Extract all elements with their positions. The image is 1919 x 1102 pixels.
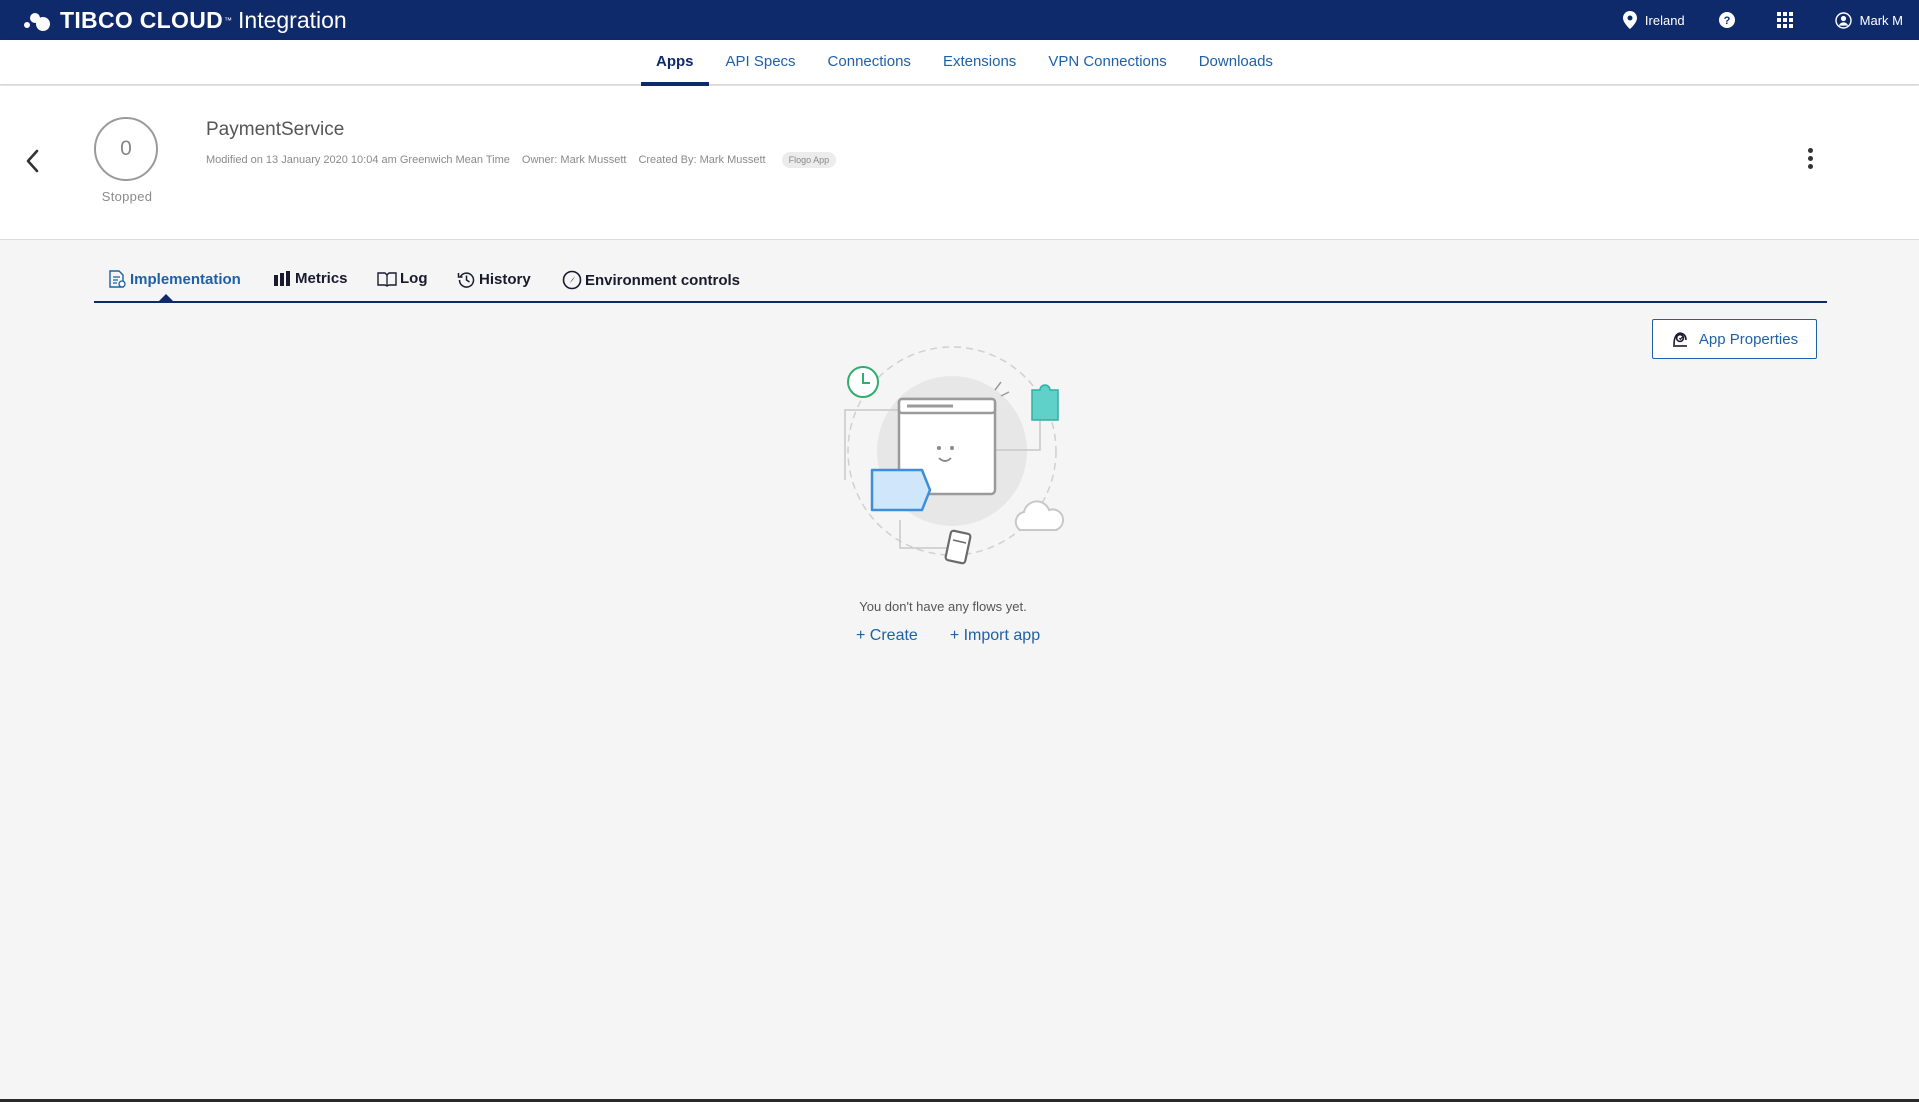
user-name: Mark M (1859, 12, 1903, 28)
log-icon (377, 271, 397, 287)
app-status: Stopped (101, 189, 153, 204)
grid-icon (1776, 12, 1793, 28)
empty-state-actions: + Create + Import app (856, 627, 1040, 645)
history-icon (457, 272, 475, 288)
app-header: 0 Stopped PaymentService Modified on 13 … (0, 86, 1919, 240)
tibco-logo-icon (22, 8, 56, 32)
brand[interactable]: TIBCO CLOUD ™ Integration (22, 0, 347, 40)
tab-environment-controls[interactable]: Environment controls (562, 270, 740, 290)
create-flow-link[interactable]: + Create (856, 627, 918, 645)
implementation-icon (109, 270, 126, 288)
brand-name: TIBCO CLOUD (60, 6, 224, 33)
app-properties-label: App Properties (1698, 330, 1799, 348)
import-app-link[interactable]: + Import app (950, 627, 1040, 645)
environment-controls-icon (562, 270, 582, 290)
brand-trademark: ™ (224, 15, 233, 25)
tab-metrics[interactable]: Metrics (273, 270, 348, 287)
main-nav: Apps API Specs Connections Extensions VP… (0, 40, 1919, 86)
tab-log-label: Log (400, 270, 428, 287)
modified-date: Modified on 13 January 2020 10:04 am Gre… (206, 154, 510, 166)
nav-api-specs[interactable]: API Specs (711, 40, 811, 85)
metrics-icon (274, 270, 290, 286)
empty-state-illustration (844, 346, 1065, 565)
app-type-badge: Flogo App (781, 152, 837, 168)
app-created-by: Created By: Mark Mussett (638, 154, 766, 166)
app-meta: Modified on 13 January 2020 10:04 am Gre… (206, 152, 837, 168)
empty-state-message: You don't have any flows yet. (859, 599, 1027, 614)
more-options-icon[interactable] (1799, 148, 1821, 174)
top-bar: TIBCO CLOUD ™ Integration Ireland ? Mark… (0, 0, 1919, 40)
app-switcher-button[interactable] (1776, 12, 1801, 28)
app-owner: Owner: Mark Mussett (521, 154, 627, 166)
region-label: Ireland (1644, 12, 1685, 28)
tab-log[interactable]: Log (377, 270, 428, 287)
tab-implementation[interactable]: Implementation (108, 270, 241, 289)
product-name: Integration (238, 6, 347, 33)
tab-environment-controls-label: Environment controls (585, 271, 741, 289)
help-button[interactable]: ? (1718, 12, 1743, 28)
user-menu[interactable]: Mark M (1834, 11, 1903, 29)
app-properties-icon (1672, 332, 1687, 347)
instance-count: 0 (94, 117, 158, 181)
tab-implementation-label: Implementation (130, 271, 241, 288)
region-selector[interactable]: Ireland (1622, 11, 1685, 29)
svg-text:?: ? (1723, 15, 1730, 27)
nav-downloads[interactable]: Downloads (1184, 40, 1288, 85)
back-arrow-icon[interactable] (22, 146, 44, 176)
tab-history-label: History (479, 271, 531, 288)
tab-history[interactable]: History (457, 270, 531, 289)
user-avatar-icon (1834, 11, 1852, 29)
app-properties-button[interactable]: App Properties (1652, 319, 1817, 359)
nav-vpn-connections[interactable]: VPN Connections (1033, 40, 1181, 85)
app-tabs: Implementation Metrics Log History Envir… (94, 256, 1827, 303)
nav-apps[interactable]: Apps (641, 40, 709, 86)
top-bar-actions: Ireland ? Mark M (1589, 0, 1903, 40)
app-name: PaymentService (206, 119, 345, 140)
help-icon: ? (1718, 12, 1735, 28)
location-pin-icon (1622, 11, 1637, 29)
nav-connections[interactable]: Connections (813, 40, 926, 85)
tab-metrics-label: Metrics (295, 270, 348, 287)
active-tab-indicator (157, 294, 175, 303)
nav-extensions[interactable]: Extensions (928, 40, 1031, 85)
